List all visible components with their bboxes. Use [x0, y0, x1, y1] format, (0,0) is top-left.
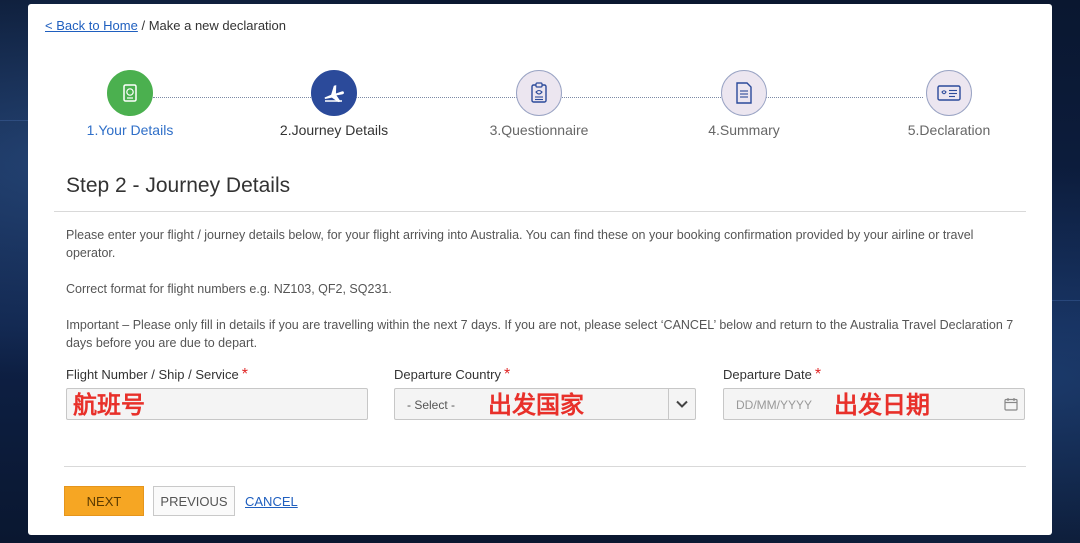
step-label: 1.Your Details: [86, 122, 174, 138]
departure-date-annotation: 出发日期: [834, 391, 930, 419]
flight-number-label-text: Flight Number / Ship / Service: [66, 367, 239, 382]
step-label: 3.Questionnaire: [489, 122, 589, 138]
important-note: Important – Please only fill in details …: [66, 318, 1014, 350]
step-label: 5.Declaration: [907, 122, 991, 138]
format-note: Correct format for flight numbers e.g. N…: [66, 282, 392, 296]
page-title: Step 2 - Journey Details: [66, 174, 291, 197]
step-summary[interactable]: 4.Summary: [664, 70, 824, 138]
step-your-details[interactable]: 1.Your Details: [50, 70, 210, 138]
step-journey-details[interactable]: 2.Journey Details: [254, 70, 414, 138]
departure-country-selected: - Select -: [407, 398, 456, 412]
required-marker: *: [503, 366, 511, 383]
breadcrumb-separator: /: [137, 18, 149, 33]
step-label: 4.Summary: [708, 122, 780, 138]
declaration-card: < Back to Home / Make a new declaration …: [28, 4, 1052, 535]
step-circle: [311, 70, 357, 116]
background-line: [0, 120, 28, 121]
departure-country-annotation: 出发国家: [488, 391, 584, 419]
step-label: 2.Journey Details: [279, 122, 389, 138]
step-questionnaire[interactable]: 3.Questionnaire: [459, 70, 619, 138]
plane-icon: [324, 85, 344, 103]
required-marker: *: [241, 366, 248, 383]
cancel-link[interactable]: CANCEL: [245, 494, 298, 509]
id-card-icon: [937, 85, 961, 101]
background-line: [1052, 300, 1080, 301]
step-circle: [721, 70, 767, 116]
dropdown-toggle[interactable]: [668, 389, 695, 419]
passport-icon: [123, 84, 137, 102]
divider: [54, 211, 1026, 212]
chevron-down-icon: [676, 400, 688, 408]
step-declaration[interactable]: 5.Declaration: [869, 70, 1029, 138]
intro-text: Please enter your flight / journey detai…: [66, 228, 974, 260]
clipboard-icon: [531, 82, 547, 103]
next-button[interactable]: NEXT: [64, 486, 144, 516]
departure-date-label-text: Departure Date: [723, 367, 812, 382]
progress-stepper: 1.Your Details 2.Journey Details 3.Quest…: [28, 70, 1052, 150]
step-circle: [926, 70, 972, 116]
breadcrumb-current: Make a new declaration: [148, 18, 287, 33]
flight-number-label: Flight Number / Ship / Service *: [66, 366, 248, 384]
calendar-icon[interactable]: [1004, 397, 1018, 411]
step-circle: [516, 70, 562, 116]
divider: [64, 466, 1026, 467]
required-marker: *: [814, 366, 822, 383]
departure-country-label-text: Departure Country: [394, 367, 501, 382]
step-circle: [107, 70, 153, 116]
departure-date-placeholder: DD/MM/YYYY: [736, 398, 813, 412]
previous-button[interactable]: PREVIOUS: [153, 486, 235, 516]
departure-country-label: Departure Country *: [394, 366, 510, 384]
back-to-home-link[interactable]: < Back to Home: [45, 18, 138, 33]
document-icon: [736, 82, 752, 104]
flight-number-annotation: 航班号: [73, 391, 145, 419]
breadcrumb: < Back to Home / Make a new declaration: [45, 18, 286, 33]
departure-date-label: Departure Date *: [723, 366, 821, 384]
